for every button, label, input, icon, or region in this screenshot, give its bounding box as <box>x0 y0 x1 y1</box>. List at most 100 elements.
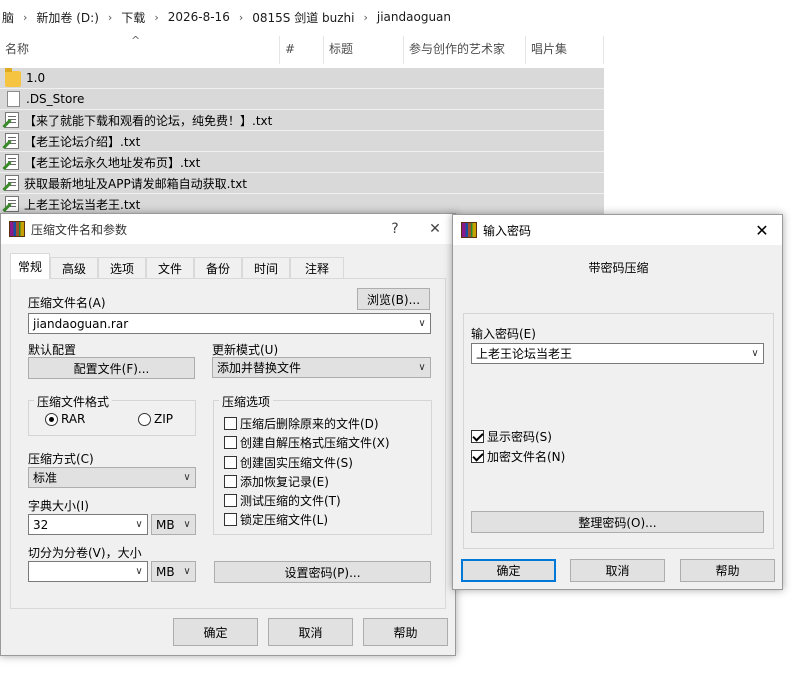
dictionary-size-value: 32 <box>33 517 49 532</box>
tab-advanced[interactable]: 高级 <box>50 257 98 279</box>
radio-selected-icon <box>45 412 58 426</box>
breadcrumb-item[interactable]: 新加卷 (D:) <box>36 9 98 26</box>
ok-button[interactable]: 确定 <box>173 618 258 646</box>
column-header-row: 名称 ^ # 标题 参与创作的艺术家 唱片集 <box>0 34 604 64</box>
update-mode-select[interactable]: 添加并替换文件 ∨ <box>212 357 431 378</box>
set-password-button[interactable]: 设置密码(P)... <box>214 561 431 583</box>
tab-options[interactable]: 选项 <box>98 257 146 279</box>
column-header-album[interactable]: 唱片集 <box>526 36 604 64</box>
breadcrumb-item[interactable]: 2026-8-16 <box>168 10 230 24</box>
list-item[interactable]: .DS_Store <box>0 89 604 110</box>
text-file-icon <box>5 196 19 212</box>
archive-name-combobox[interactable]: jiandaoguan.rar ∨ <box>28 313 431 334</box>
option-label: 创建自解压格式压缩文件(X) <box>240 436 390 450</box>
breadcrumb-item[interactable]: 0815S 剑道 buzhi <box>252 9 354 26</box>
help-button[interactable]: 帮助 <box>680 559 775 582</box>
help-icon[interactable]: ? <box>375 221 415 237</box>
chevron-down-icon[interactable]: ∨ <box>179 472 195 483</box>
cancel-button[interactable]: 取消 <box>570 559 665 582</box>
text-file-icon <box>5 175 19 191</box>
archive-name-label: 压缩文件名(A) <box>28 296 106 310</box>
list-item[interactable]: 【来了就能下载和观看的论坛，纯免费！】.txt <box>0 110 604 131</box>
cancel-button[interactable]: 取消 <box>268 618 353 646</box>
dialog-title: 输入密码 <box>483 223 532 238</box>
tab-general[interactable]: 常规 <box>10 253 50 279</box>
compression-method-label: 压缩方式(C) <box>28 452 94 466</box>
breadcrumb-item[interactable]: jiandaoguan <box>377 10 451 24</box>
profiles-button[interactable]: 配置文件(F)... <box>28 357 195 379</box>
list-item[interactable]: 【老王论坛永久地址发布页】.txt <box>0 152 604 173</box>
split-volumes-combobox[interactable]: ∨ <box>28 561 148 582</box>
column-header-title[interactable]: 标题 <box>324 36 404 64</box>
tab-files[interactable]: 文件 <box>146 257 194 279</box>
format-zip-radio[interactable]: ZIP <box>138 412 173 426</box>
create-solid-checkbox[interactable]: 创建固实压缩文件(S) <box>224 454 353 471</box>
dictionary-size-label: 字典大小(I) <box>28 499 89 513</box>
archive-format-group-title: 压缩文件格式 <box>34 393 113 410</box>
tab-time[interactable]: 时间 <box>242 257 290 279</box>
dictionary-size-combobox[interactable]: 32 ∨ <box>28 514 148 535</box>
split-unit-select[interactable]: MB ∨ <box>151 561 196 582</box>
text-file-icon <box>5 112 19 128</box>
chevron-down-icon[interactable]: ∨ <box>414 362 430 373</box>
chevron-down-icon[interactable]: ∨ <box>747 348 763 359</box>
delete-after-archiving-checkbox[interactable]: 压缩后删除原来的文件(D) <box>224 415 379 432</box>
chevron-down-icon[interactable]: ∨ <box>179 519 195 530</box>
create-sfx-checkbox[interactable]: 创建自解压格式压缩文件(X) <box>224 434 390 451</box>
close-icon[interactable]: ✕ <box>415 221 455 237</box>
column-label: 名称 <box>5 42 30 56</box>
list-item[interactable]: 上老王论坛当老王.txt <box>0 194 604 215</box>
encrypt-file-names-label: 加密文件名(N) <box>487 450 566 464</box>
password-input[interactable]: 上老王论坛当老王 ∨ <box>471 343 764 364</box>
format-rar-label: RAR <box>61 412 86 426</box>
dialog-titlebar: 输入密码 ✕ <box>453 215 782 245</box>
chevron-down-icon[interactable]: ∨ <box>414 318 430 329</box>
compression-method-value: 标准 <box>33 471 58 485</box>
breadcrumb-item[interactable]: 脑 <box>2 9 14 26</box>
archiving-options-group-title: 压缩选项 <box>219 393 274 410</box>
add-recovery-record-checkbox[interactable]: 添加恢复记录(E) <box>224 473 329 490</box>
file-name: 上老王论坛当老王.txt <box>24 197 141 212</box>
test-archived-files-checkbox[interactable]: 测试压缩的文件(T) <box>224 492 341 509</box>
list-item[interactable]: 1.0 <box>0 68 604 89</box>
split-volumes-label: 切分为分卷(V)，大小 <box>28 546 142 560</box>
column-header-artist[interactable]: 参与创作的艺术家 <box>404 36 526 64</box>
option-label: 锁定压缩文件(L) <box>240 513 329 527</box>
tab-backup[interactable]: 备份 <box>194 257 242 279</box>
winrar-icon <box>9 221 25 237</box>
organize-passwords-button[interactable]: 整理密码(O)... <box>471 511 764 533</box>
sort-ascending-icon: ^ <box>131 34 141 47</box>
tab-comment[interactable]: 注释 <box>290 257 344 279</box>
dictionary-unit-select[interactable]: MB ∨ <box>151 514 196 535</box>
default-profile-label: 默认配置 <box>28 343 77 357</box>
close-icon[interactable]: ✕ <box>742 221 782 240</box>
browse-button[interactable]: 浏览(B)... <box>357 288 430 310</box>
list-item[interactable]: 获取最新地址及APP请发邮箱自动获取.txt <box>0 173 604 194</box>
compression-method-select[interactable]: 标准 ∨ <box>28 467 196 488</box>
dialog-titlebar: 压缩文件名和参数 ? ✕ <box>1 214 455 244</box>
column-header-name[interactable]: 名称 ^ <box>0 34 280 64</box>
breadcrumb-item[interactable]: 下载 <box>121 9 145 26</box>
show-password-checkbox[interactable]: 显示密码(S) <box>471 428 552 445</box>
list-item[interactable]: 【老王论坛介绍】.txt <box>0 131 604 152</box>
column-header-number[interactable]: # <box>280 36 324 64</box>
password-dialog-header: 带密码压缩 <box>588 261 649 275</box>
folder-icon <box>5 68 21 87</box>
help-button[interactable]: 帮助 <box>363 618 448 646</box>
checkbox-unchecked-icon <box>224 475 237 488</box>
file-name: 【老王论坛介绍】.txt <box>24 134 141 149</box>
format-rar-radio[interactable]: RAR <box>45 412 85 426</box>
show-password-label: 显示密码(S) <box>487 430 552 444</box>
encrypt-file-names-checkbox[interactable]: 加密文件名(N) <box>471 448 565 465</box>
password-value: 上老王论坛当老王 <box>476 347 573 361</box>
breadcrumb-separator-icon: › <box>23 10 28 24</box>
ok-button[interactable]: 确定 <box>461 559 556 582</box>
chevron-down-icon[interactable]: ∨ <box>131 519 147 530</box>
chevron-down-icon[interactable]: ∨ <box>131 566 147 577</box>
file-name: 【老王论坛永久地址发布页】.txt <box>24 155 201 170</box>
text-file-icon <box>5 154 19 170</box>
checkbox-unchecked-icon <box>224 417 237 430</box>
lock-archive-checkbox[interactable]: 锁定压缩文件(L) <box>224 511 328 528</box>
chevron-down-icon[interactable]: ∨ <box>179 566 195 577</box>
winrar-icon <box>461 222 477 238</box>
